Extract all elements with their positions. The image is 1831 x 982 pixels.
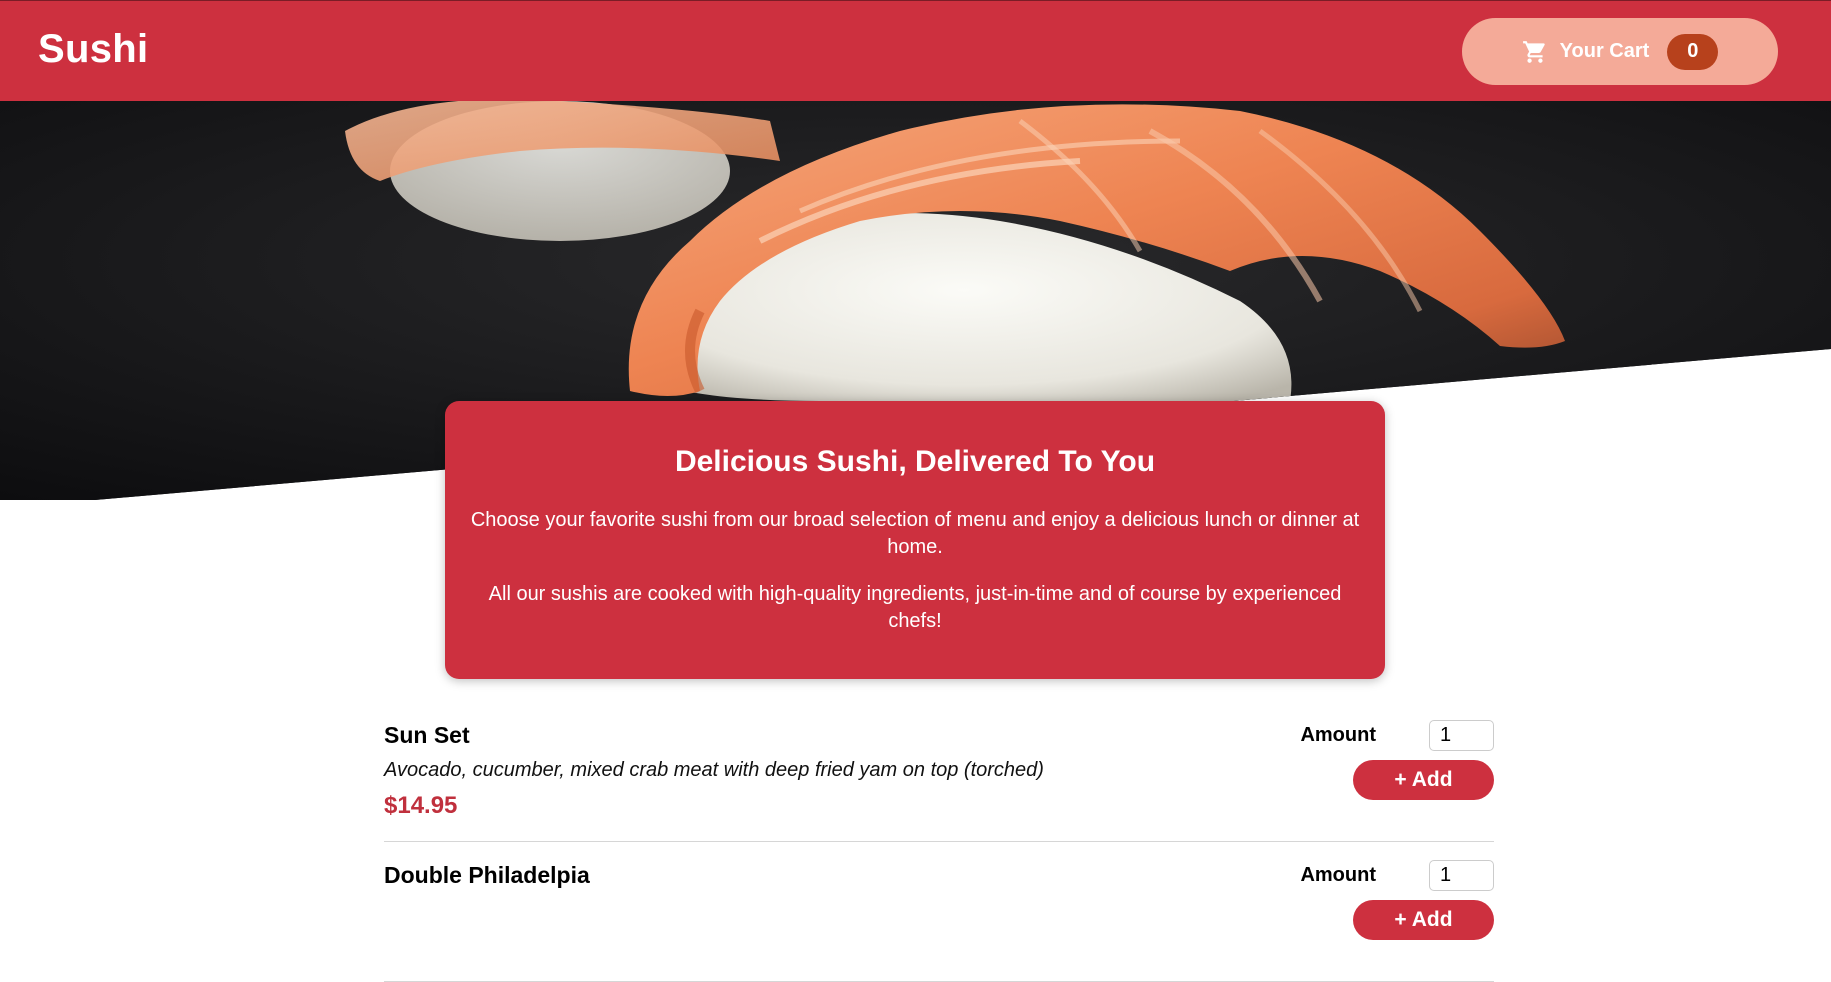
meal-name: Double Philadelpia — [384, 862, 590, 888]
brand-title: Sushi — [38, 27, 149, 71]
intro-title: Delicious Sushi, Delivered To You — [674, 445, 1156, 478]
meals-list: Sun Set Avocado, cucumber, mixed crab me… — [384, 720, 1494, 982]
meal-name: Sun Set — [384, 722, 470, 748]
meal-description: Avocado, cucumber, mixed crab meat with … — [384, 759, 1044, 781]
intro-paragraph-1: Choose your favorite sushi from our broa… — [470, 509, 1360, 558]
meal-price: $14.95 — [384, 792, 458, 819]
intro-paragraph-2: All our sushis are cooked with high-qual… — [488, 583, 1342, 632]
site-header: Sushi Your Cart 0 — [0, 0, 1831, 101]
add-to-cart-button[interactable]: + Add — [1353, 900, 1494, 940]
intro-card: Delicious Sushi, Delivered To You Choose… — [445, 401, 1385, 679]
amount-input[interactable] — [1429, 860, 1494, 891]
cart-button[interactable]: Your Cart 0 — [1462, 18, 1778, 85]
shopping-cart-icon — [1522, 39, 1548, 65]
amount-input[interactable] — [1429, 720, 1494, 751]
cart-label: Your Cart — [1559, 40, 1650, 62]
amount-label: Amount — [1300, 724, 1376, 746]
cart-count-badge: 0 — [1667, 33, 1719, 70]
meal-item: Double Philadelpia Amount + Add — [384, 860, 1494, 982]
add-to-cart-button[interactable]: + Add — [1353, 760, 1494, 800]
meal-item: Sun Set Avocado, cucumber, mixed crab me… — [384, 720, 1494, 842]
amount-label: Amount — [1300, 864, 1376, 886]
